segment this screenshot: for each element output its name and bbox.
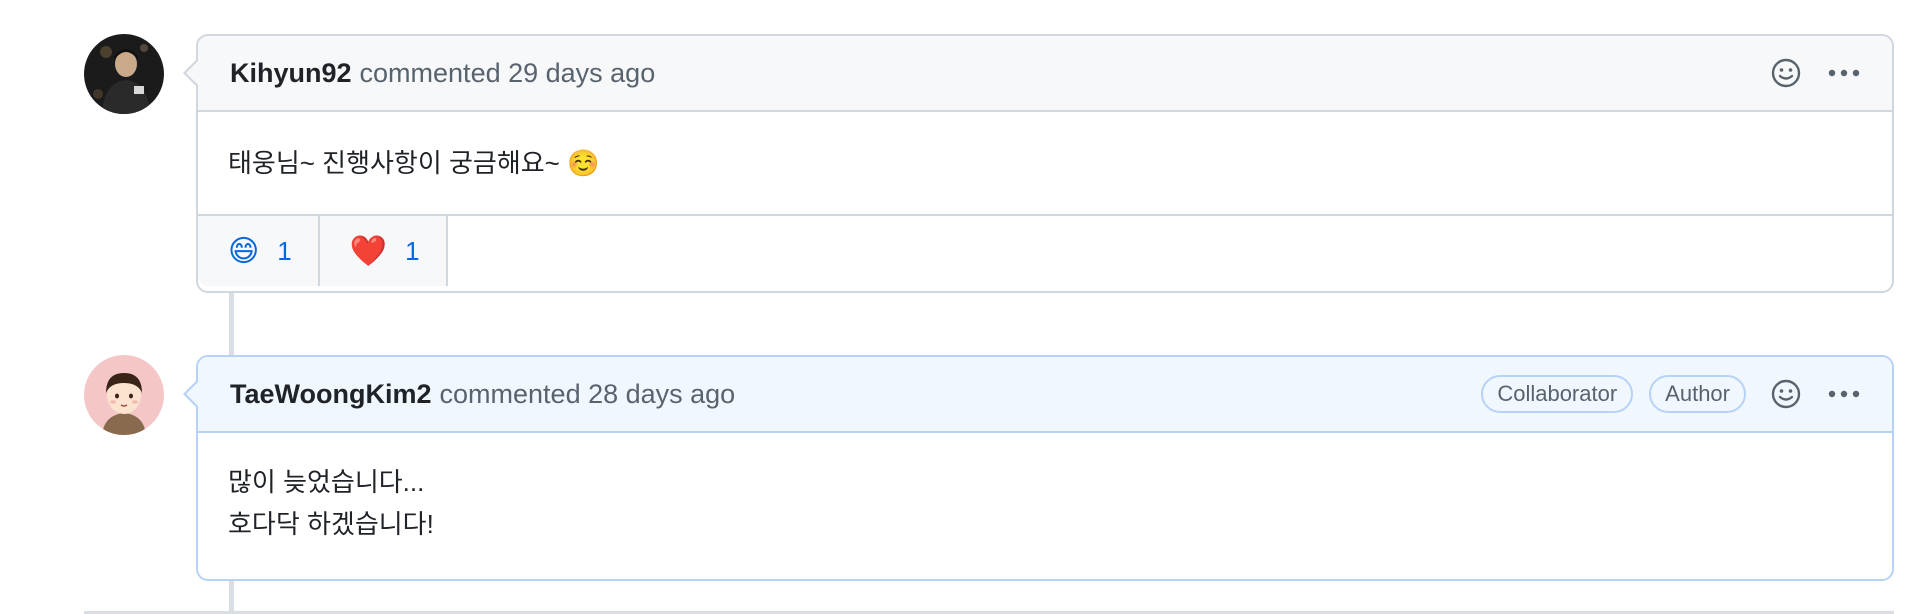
avatar-taewoongkim2[interactable] (84, 355, 164, 435)
kebab-horizontal-icon[interactable] (1826, 55, 1862, 91)
comment-author[interactable]: Kihyun92 (230, 58, 352, 89)
comment-timestamp[interactable]: commented 29 days ago (360, 58, 656, 89)
comment-body: 많이 늦었습니다... 호다닥 하겠습니다! (198, 433, 1892, 575)
comment-author[interactable]: TaeWoongKim2 (230, 379, 432, 410)
comment-body-line: 많이 늦었습니다... (228, 467, 425, 497)
smiley-icon[interactable] (1768, 55, 1804, 91)
comment-body-line: 호다닥 하겠습니다! (228, 509, 434, 539)
reactions-bar: 😄 1 ❤️ 1 (198, 214, 1892, 286)
reaction-smile[interactable]: 😄 1 (198, 216, 320, 286)
avatar-kihyun92[interactable] (84, 34, 164, 114)
reaction-emoji: ❤️ (349, 233, 388, 269)
comment-2: TaeWoongKim2 commented 28 days ago Colla… (183, 355, 1894, 581)
comment-body: 태웅님~ 진행사항이 궁금해요~ ☺️ (198, 112, 1892, 214)
author-badge: Author (1649, 375, 1746, 413)
comment-body-line: 태웅님~ 진행사항이 궁금해요~ ☺️ (228, 148, 600, 178)
smiley-icon[interactable] (1768, 376, 1804, 412)
comment-1: Kihyun92 commented 29 days ago 태웅님~ 진행사항… (183, 34, 1894, 293)
collaborator-badge: Collaborator (1481, 375, 1634, 413)
kebab-horizontal-icon[interactable] (1826, 376, 1862, 412)
comment-timestamp[interactable]: commented 28 days ago (440, 379, 736, 410)
comment-header: TaeWoongKim2 commented 28 days ago Colla… (183, 357, 1892, 433)
reaction-count: 1 (277, 235, 292, 266)
reaction-count: 1 (405, 235, 420, 266)
comment-header: Kihyun92 commented 29 days ago (183, 36, 1892, 112)
reaction-heart[interactable]: ❤️ 1 (319, 216, 448, 286)
reaction-emoji: 😄 (228, 233, 260, 269)
